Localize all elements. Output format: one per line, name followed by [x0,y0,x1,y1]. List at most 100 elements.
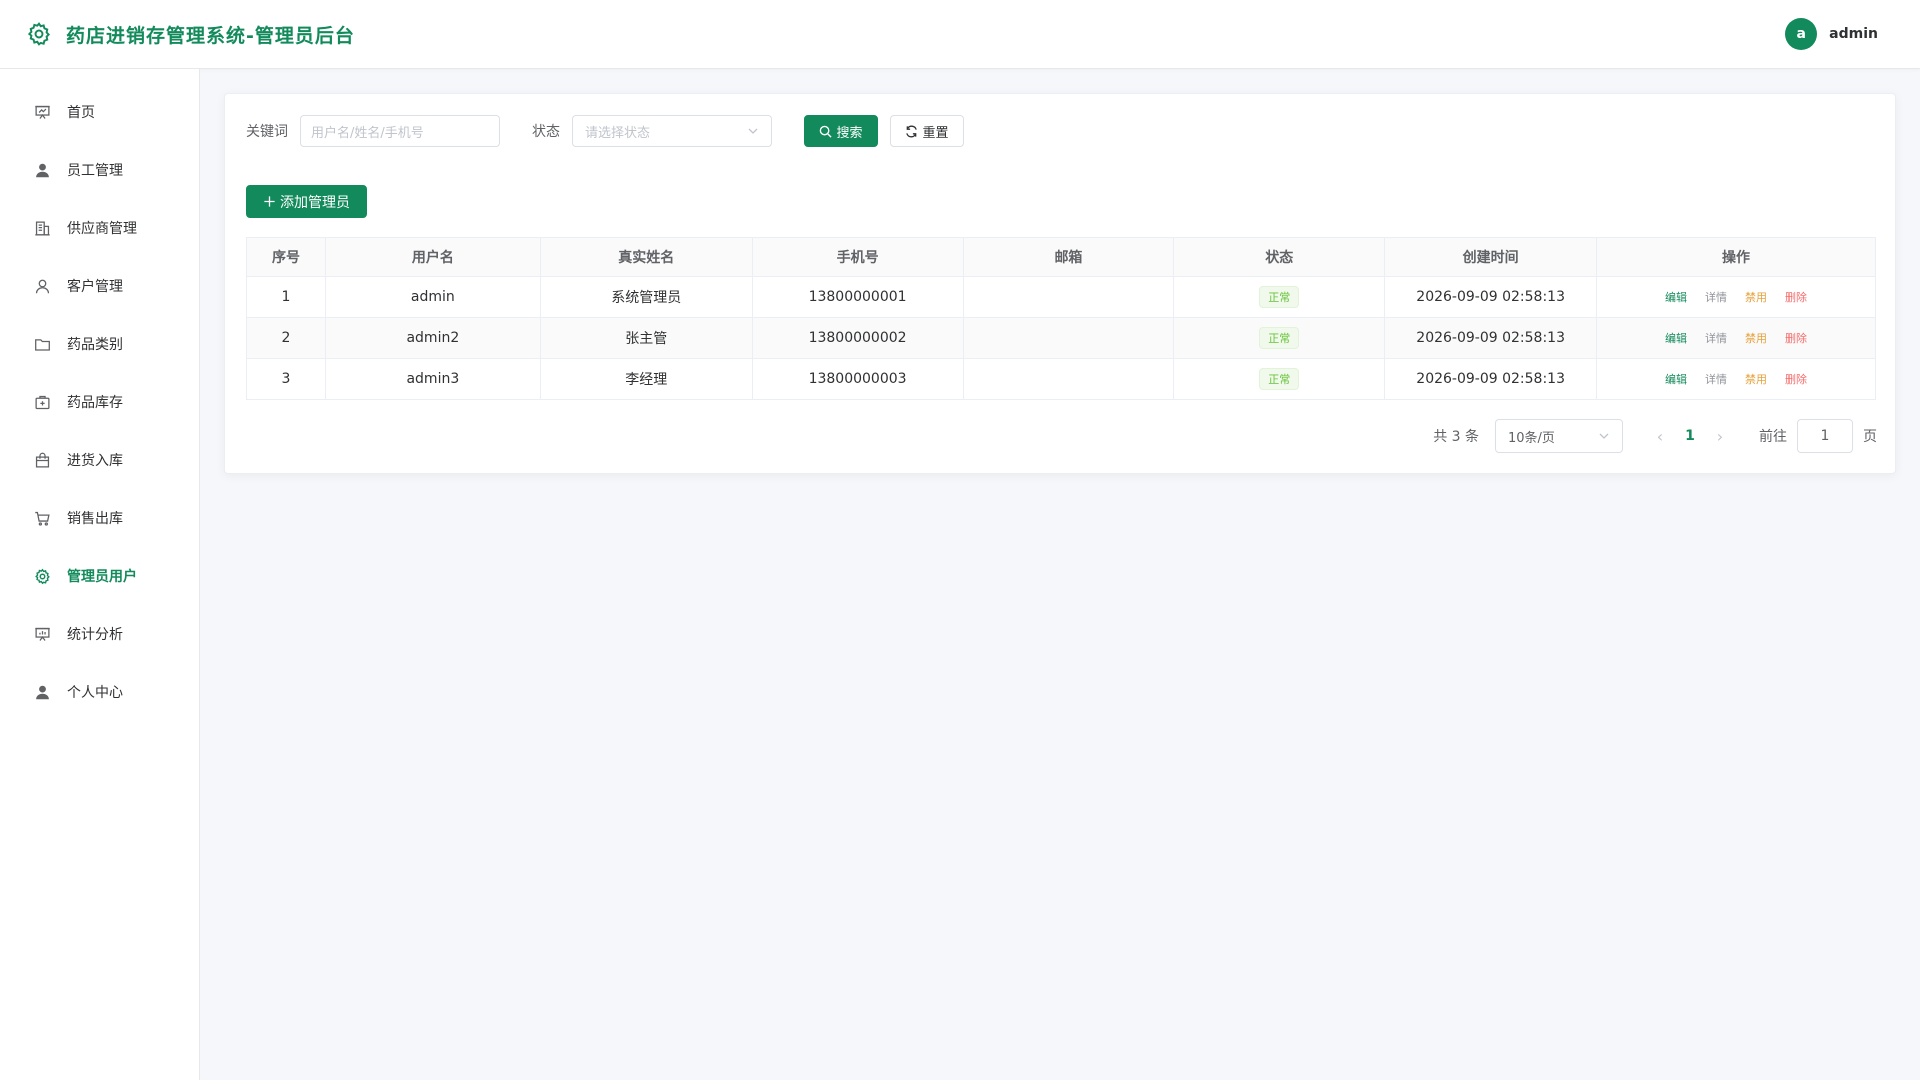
gear-icon [26,21,52,47]
data-board-icon [35,627,50,641]
sidebar-item-staff[interactable]: 员工管理 [0,141,199,199]
folder-icon [35,338,50,351]
presentation-icon [35,105,50,119]
delete-link[interactable]: 删除 [1785,330,1807,346]
cell-real-name: 李经理 [540,358,753,400]
edit-link[interactable]: 编辑 [1665,371,1687,387]
sidebar-item-label: 药品类别 [67,337,123,353]
search-icon [820,125,833,138]
sidebar-item-label: 销售出库 [67,511,123,527]
sidebar-item-purchase[interactable]: 进货入库 [0,431,199,489]
add-admin-button[interactable]: 添加管理员 [246,185,367,218]
disable-link[interactable]: 禁用 [1745,371,1767,387]
cell-phone: 13800000001 [752,276,964,318]
user-menu[interactable]: a admin [1785,18,1878,50]
cell-username: admin2 [325,317,541,359]
chevron-down-icon [748,128,758,134]
goto-page-input[interactable]: 1 [1797,419,1853,453]
cell-status: 正常 [1173,358,1386,400]
table-row: 3 admin3 李经理 13800000003 正常 2026-09-09 0… [246,358,1876,400]
admin-table: 序号 用户名 真实姓名 手机号 邮箱 状态 创建时间 操作 1 admin 系统… [246,237,1876,400]
edit-link[interactable]: 编辑 [1665,289,1687,305]
sidebar-item-statistics[interactable]: 统计分析 [0,605,199,663]
reset-button[interactable]: 重置 [890,115,964,147]
search-button-label: 搜索 [836,125,863,141]
prev-page-button[interactable]: ‹ [1645,427,1675,446]
delete-link[interactable]: 删除 [1785,371,1807,387]
sidebar-item-label: 管理员用户 [67,569,137,585]
status-select[interactable]: 请选择状态 [572,115,772,147]
sidebar: 首页 员工管理 供应商管理 客户管理 药品类别 药品库存 进货入库 销售出库 管… [0,69,200,1080]
detail-link[interactable]: 详情 [1705,371,1727,387]
disable-link[interactable]: 禁用 [1745,330,1767,346]
cell-created: 2026-09-09 02:58:13 [1384,358,1598,400]
shopping-cart-icon [35,511,50,526]
user-outline-icon [35,279,50,293]
sidebar-item-customers[interactable]: 客户管理 [0,257,199,315]
status-badge: 正常 [1259,327,1300,349]
sidebar-item-sales[interactable]: 销售出库 [0,489,199,547]
refresh-icon [906,125,918,137]
user-icon [36,685,49,699]
app-title: 药店进销存管理系统-管理员后台 [66,24,355,47]
cell-index: 2 [246,317,326,359]
sidebar-item-label: 供应商管理 [67,221,137,237]
sidebar-item-categories[interactable]: 药品类别 [0,315,199,373]
cell-index: 1 [246,276,326,318]
content-card: 关键词 用户名/姓名/手机号 状态 请选择状态 搜索 重置 添加管理员 序号 用… [224,93,1896,474]
cell-email [963,358,1175,400]
column-header: 创建时间 [1384,237,1598,277]
column-header: 操作 [1596,237,1876,277]
keyword-label: 关键词 [246,124,288,140]
avatar[interactable]: a [1785,18,1818,50]
delete-link[interactable]: 删除 [1785,289,1807,305]
shopping-bag-icon [35,452,50,468]
sidebar-item-home[interactable]: 首页 [0,83,199,141]
detail-link[interactable]: 详情 [1705,330,1727,346]
sidebar-item-label: 客户管理 [67,279,123,295]
office-building-icon [35,220,50,236]
top-header: 药店进销存管理系统-管理员后台 a admin [0,0,1920,69]
cell-email [963,317,1175,359]
gear-icon [35,568,50,584]
user-icon [36,163,49,177]
cell-actions: 编辑 详情 禁用 删除 [1596,276,1876,318]
column-header: 邮箱 [963,237,1175,277]
cell-status: 正常 [1173,276,1386,318]
edit-link[interactable]: 编辑 [1665,330,1687,346]
page-size-select[interactable]: 10条/页 [1495,419,1623,453]
keyword-input[interactable]: 用户名/姓名/手机号 [300,115,500,147]
sidebar-item-label: 首页 [67,105,95,121]
pagination: 共 3 条 10条/页 ‹ 1 › 前往 1 页 [1433,419,1877,453]
status-badge: 正常 [1259,368,1300,390]
column-header: 序号 [246,237,326,277]
detail-link[interactable]: 详情 [1705,289,1727,305]
column-header: 真实姓名 [540,237,753,277]
cell-index: 3 [246,358,326,400]
sidebar-item-suppliers[interactable]: 供应商管理 [0,199,199,257]
cell-created: 2026-09-09 02:58:13 [1384,317,1598,359]
sidebar-item-label: 员工管理 [67,163,123,179]
cell-created: 2026-09-09 02:58:13 [1384,276,1598,318]
sidebar-item-admin-users[interactable]: 管理员用户 [0,547,199,605]
table-row: 1 admin 系统管理员 13800000001 正常 2026-09-09 … [246,276,1876,318]
disable-link[interactable]: 禁用 [1745,289,1767,305]
cell-status: 正常 [1173,317,1386,359]
column-header: 用户名 [325,237,541,277]
user-name[interactable]: admin [1829,26,1878,42]
next-page-button[interactable]: › [1705,427,1735,446]
sidebar-item-inventory[interactable]: 药品库存 [0,373,199,431]
sidebar-item-profile[interactable]: 个人中心 [0,663,199,721]
page-suffix: 页 [1863,429,1877,445]
reset-button-label: 重置 [922,125,949,141]
table-row: 2 admin2 张主管 13800000002 正常 2026-09-09 0… [246,317,1876,359]
page-size-value: 10条/页 [1508,430,1555,446]
cell-username: admin3 [325,358,541,400]
page-number-current[interactable]: 1 [1675,428,1705,444]
plus-icon [264,196,275,207]
search-button[interactable]: 搜索 [804,115,878,147]
cell-phone: 13800000003 [752,358,964,400]
first-aid-kit-icon [35,395,50,409]
column-header: 状态 [1173,237,1386,277]
cell-email [963,276,1175,318]
